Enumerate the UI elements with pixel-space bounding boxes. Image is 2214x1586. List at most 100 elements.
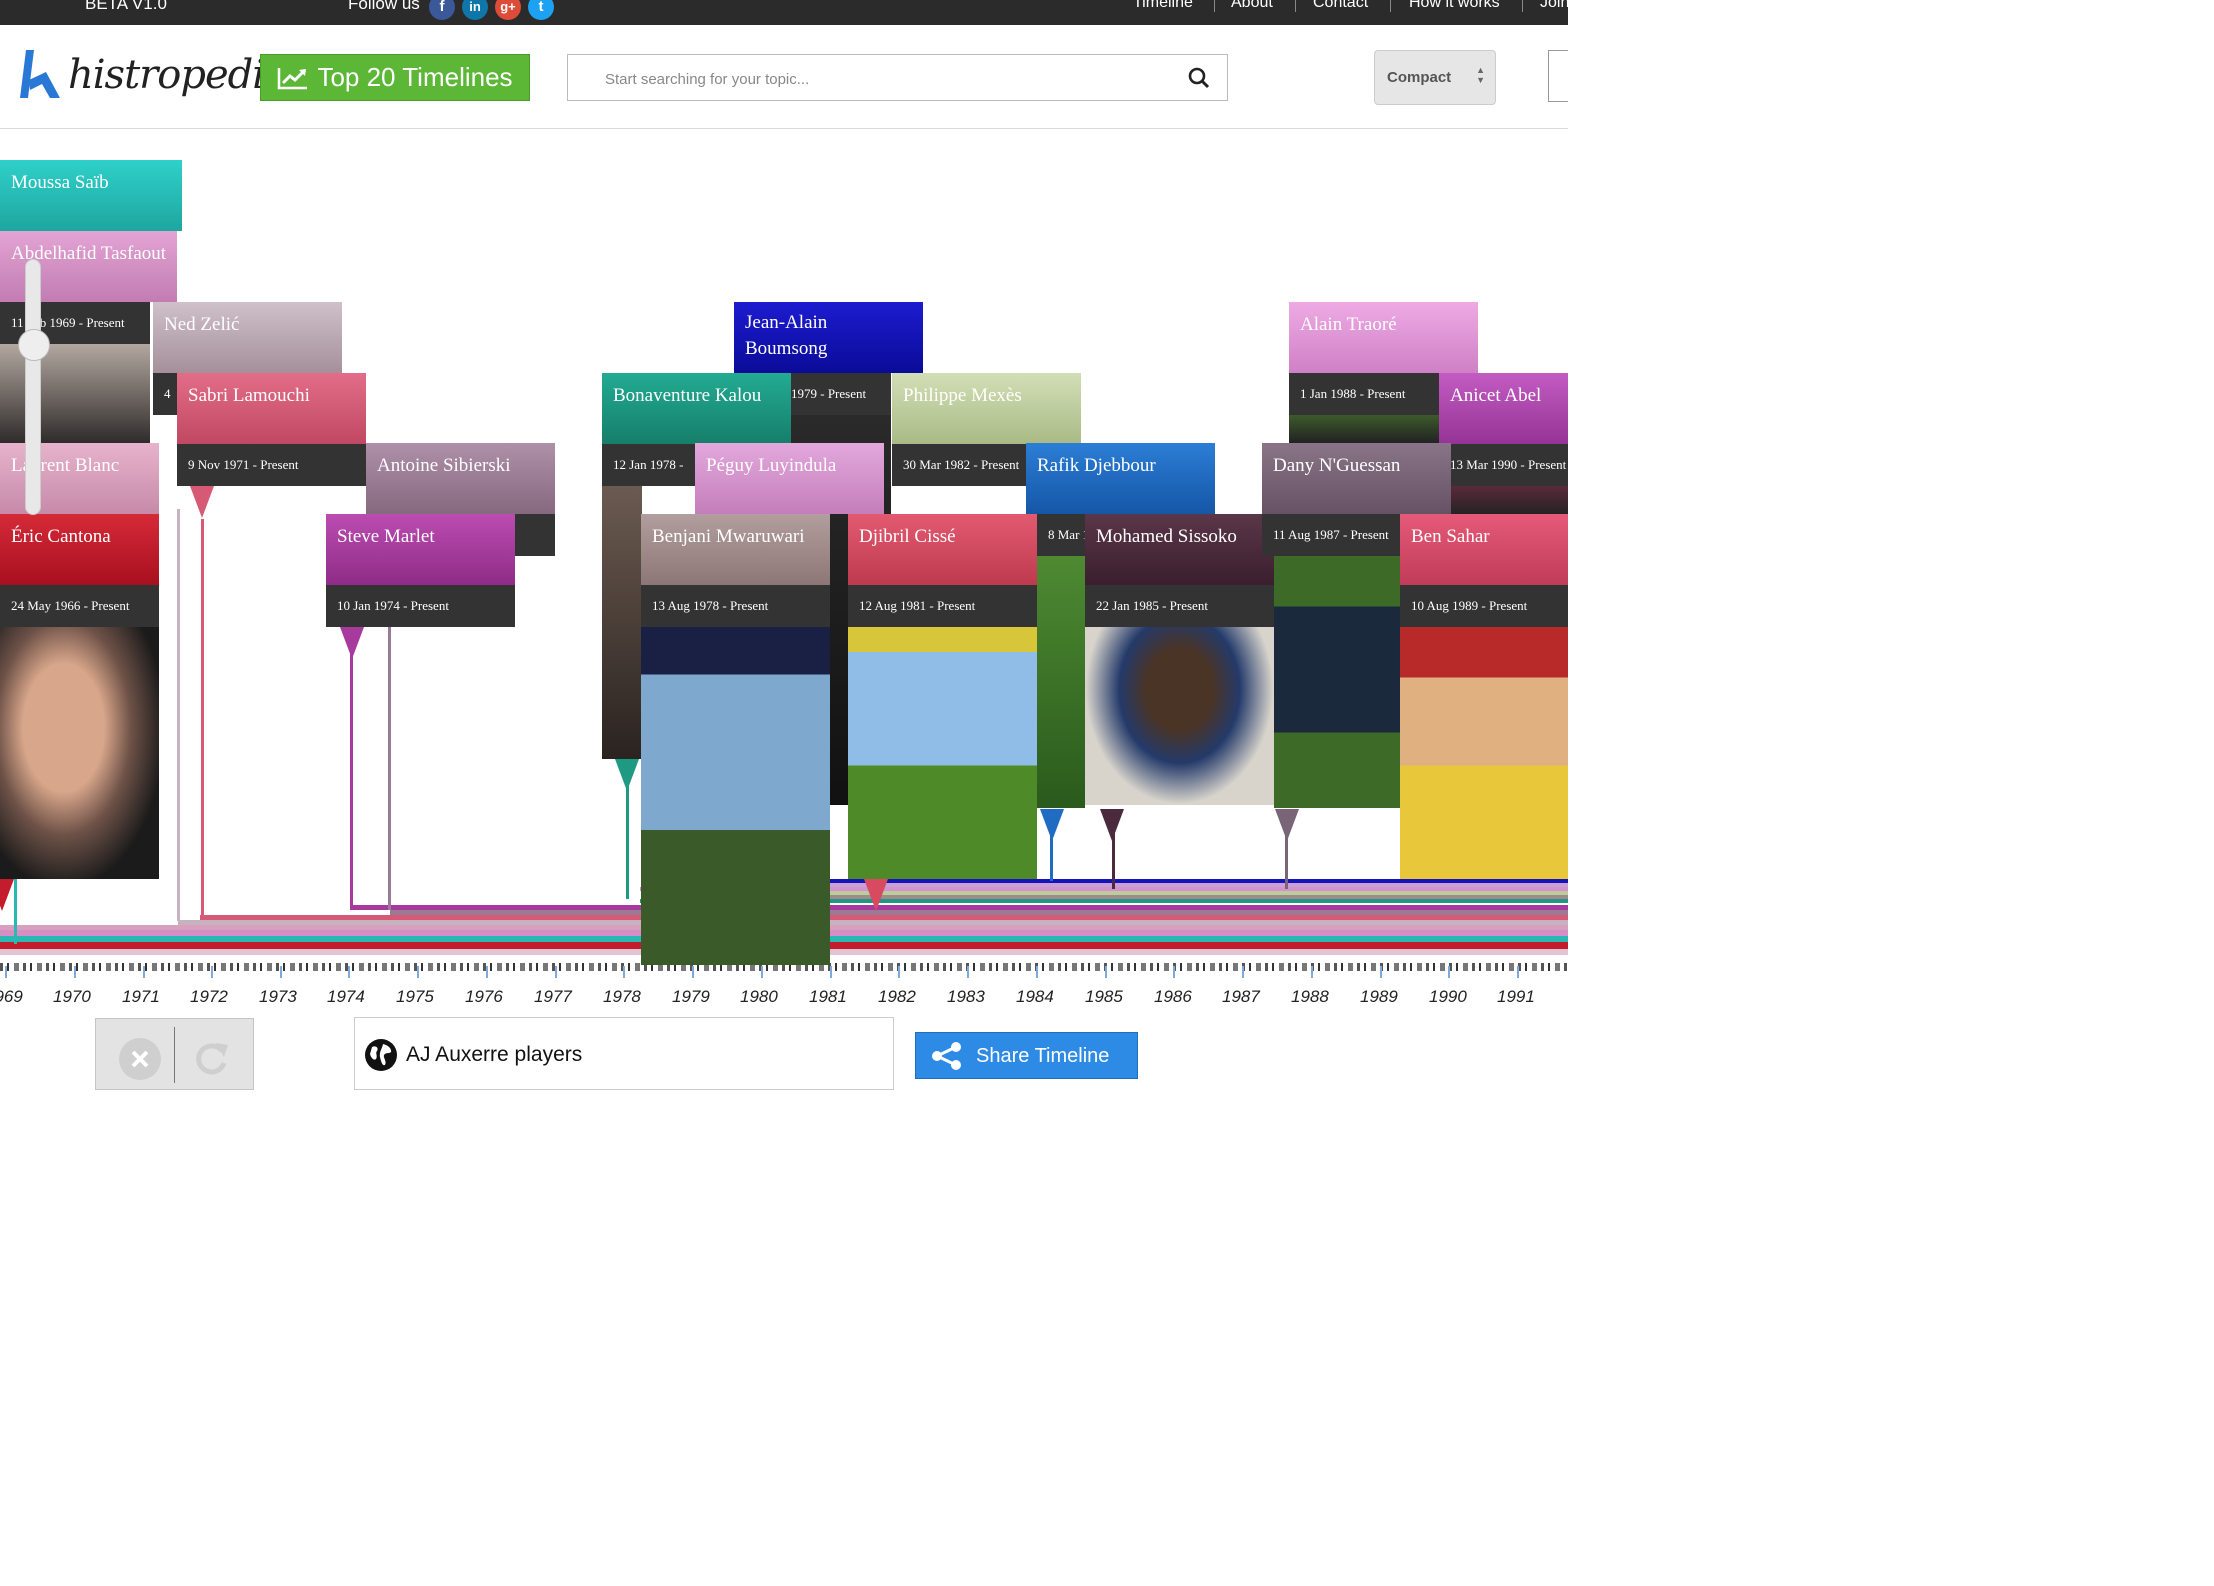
- event-pin[interactable]: [1275, 809, 1299, 841]
- portrait-photo[interactable]: [848, 627, 1037, 879]
- nav-timeline[interactable]: Timeline: [1133, 0, 1193, 12]
- axis-year-label: 1978: [603, 987, 641, 1006]
- axis-year-label: 1989: [1360, 987, 1398, 1006]
- nav-how-it-works[interactable]: How it works: [1409, 0, 1500, 12]
- google-plus-icon[interactable]: g+: [495, 0, 521, 20]
- event-card-date: [515, 514, 555, 556]
- undo-redo-controls: [95, 1018, 254, 1090]
- search-input[interactable]: [603, 65, 1167, 93]
- event-card-title[interactable]: Sabri Lamouchi: [177, 373, 366, 444]
- timeline-title: AJ Auxerre players: [406, 1043, 583, 1066]
- event-pin[interactable]: [0, 879, 14, 911]
- event-card-title[interactable]: Moussa Saïb: [0, 160, 182, 231]
- search-box[interactable]: [567, 54, 1228, 101]
- redo-icon[interactable]: [192, 1037, 232, 1077]
- share-label: Share Timeline: [976, 1045, 1110, 1067]
- event-card-title[interactable]: Dany N'Guessan: [1262, 443, 1451, 514]
- event-card-title[interactable]: Djibril Cissé: [848, 514, 1037, 585]
- axis-year-label: 1973: [259, 987, 297, 1006]
- clear-icon[interactable]: [118, 1037, 162, 1081]
- histropedia-logo-icon[interactable]: [20, 50, 64, 100]
- axis-year-label: 1987: [1222, 987, 1260, 1006]
- axis-year-label: 1981: [809, 987, 847, 1006]
- event-pin[interactable]: [615, 759, 639, 791]
- portrait-photo[interactable]: [0, 627, 159, 879]
- nav-contact[interactable]: Contact: [1313, 0, 1368, 12]
- event-card-title[interactable]: Éric Cantona: [0, 514, 159, 585]
- axis-year-label: 1985: [1085, 987, 1123, 1006]
- follow-us-label: Follow us: [348, 0, 420, 13]
- axis-year-label: 1972: [190, 987, 228, 1006]
- event-card-title[interactable]: Jean-Alain Boumsong: [734, 302, 923, 373]
- timeline-canvas[interactable]: Moussa Saïb Abdelhafid Tasfaout 11 Feb 1…: [0, 129, 1568, 971]
- event-card-title[interactable]: Alain Traoré: [1289, 302, 1478, 373]
- event-card-date: 11 Aug 1987 - Present: [1262, 514, 1400, 556]
- event-card-date: 13 Mar 1990 - Present: [1439, 444, 1568, 486]
- event-card-title[interactable]: Ben Sahar: [1400, 514, 1568, 585]
- axis-year-label: 1983: [947, 987, 985, 1006]
- event-pin[interactable]: [864, 879, 888, 911]
- top-20-label: Top 20 Timelines: [317, 62, 513, 92]
- event-card-title[interactable]: Mohamed Sissoko: [1085, 514, 1274, 585]
- portrait-photo[interactable]: [1450, 486, 1568, 516]
- zoom-slider-handle[interactable]: [18, 329, 50, 361]
- event-card-date: 4: [153, 373, 177, 415]
- event-card-title[interactable]: Benjani Mwaruwari: [641, 514, 830, 585]
- event-card-date: 24 May 1966 - Present: [0, 585, 159, 627]
- axis-year-label: 1969: [0, 987, 23, 1006]
- share-timeline-button[interactable]: Share Timeline: [915, 1032, 1138, 1079]
- event-card-title[interactable]: Laurent Blanc: [0, 443, 159, 514]
- timeline-name-box[interactable]: AJ Auxerre players: [354, 1017, 894, 1090]
- axis-year-label: 1977: [534, 987, 572, 1006]
- portrait-photo[interactable]: [641, 627, 830, 965]
- event-card-date: 22 Jan 1985 - Present: [1085, 585, 1274, 627]
- event-card-title[interactable]: Antoine Sibierski: [366, 443, 555, 514]
- axis-year-label: 1974: [327, 987, 365, 1006]
- portrait-photo[interactable]: [0, 344, 150, 444]
- event-card-title[interactable]: Rafik Djebbour: [1026, 443, 1215, 514]
- event-pin[interactable]: [190, 486, 214, 518]
- event-card-date: 13 Aug 1978 - Present: [641, 585, 830, 627]
- nav-join[interactable]: Join: [1540, 0, 1569, 12]
- event-pin[interactable]: [1100, 809, 1124, 841]
- event-card-date: 10 Jan 1974 - Present: [326, 585, 515, 627]
- logo-text[interactable]: histropedia: [68, 52, 288, 98]
- axis-year-label: 1991: [1497, 987, 1535, 1006]
- top-20-timelines-button[interactable]: Top 20 Timelines: [260, 54, 530, 101]
- event-card-title[interactable]: Péguy Luyindula: [695, 443, 884, 514]
- share-icon: [932, 1042, 961, 1070]
- axis-year-label: 1982: [878, 987, 916, 1006]
- globe-icon: [365, 1039, 397, 1071]
- facebook-icon[interactable]: f: [429, 0, 455, 20]
- event-card-title[interactable]: Philippe Mexès: [892, 373, 1081, 444]
- linkedin-icon[interactable]: in: [462, 0, 488, 20]
- axis-year-label: 1990: [1429, 987, 1467, 1006]
- event-pin[interactable]: [1040, 809, 1064, 841]
- portrait-photo[interactable]: [1289, 415, 1439, 443]
- zoom-slider[interactable]: [25, 259, 41, 515]
- axis-year-label: 1984: [1016, 987, 1054, 1006]
- event-card-title[interactable]: Steve Marlet: [326, 514, 515, 585]
- view-mode-value: Compact: [1387, 69, 1452, 86]
- select-arrows-icon: ▲ ▼: [1476, 65, 1485, 85]
- portrait-photo[interactable]: [1400, 627, 1568, 879]
- event-card-title[interactable]: Anicet Abel: [1439, 373, 1568, 444]
- event-card-date: 9 Nov 1971 - Present: [177, 444, 366, 486]
- view-mode-select[interactable]: Compact ▲ ▼: [1374, 50, 1496, 105]
- search-icon[interactable]: [1187, 66, 1211, 90]
- event-card-date: 12 Jan 1978 -: [602, 444, 697, 486]
- portrait-photo[interactable]: [1274, 556, 1400, 808]
- event-card-title[interactable]: Ned Zelić: [153, 302, 342, 373]
- event-card-title[interactable]: Bonaventure Kalou: [602, 373, 791, 444]
- event-pin[interactable]: [340, 627, 364, 659]
- event-card-date: 12 Aug 1981 - Present: [848, 585, 1037, 627]
- axis-year-label: 1975: [396, 987, 434, 1006]
- nav-about[interactable]: About: [1231, 0, 1273, 12]
- twitter-icon[interactable]: t: [528, 0, 554, 20]
- time-axis[interactable]: [0, 960, 1568, 1010]
- portrait-photo[interactable]: [602, 486, 642, 759]
- portrait-photo[interactable]: [1085, 627, 1274, 805]
- axis-year-label: 1980: [740, 987, 778, 1006]
- portrait-photo[interactable]: [1037, 556, 1085, 808]
- fullscreen-button[interactable]: [1548, 50, 1568, 102]
